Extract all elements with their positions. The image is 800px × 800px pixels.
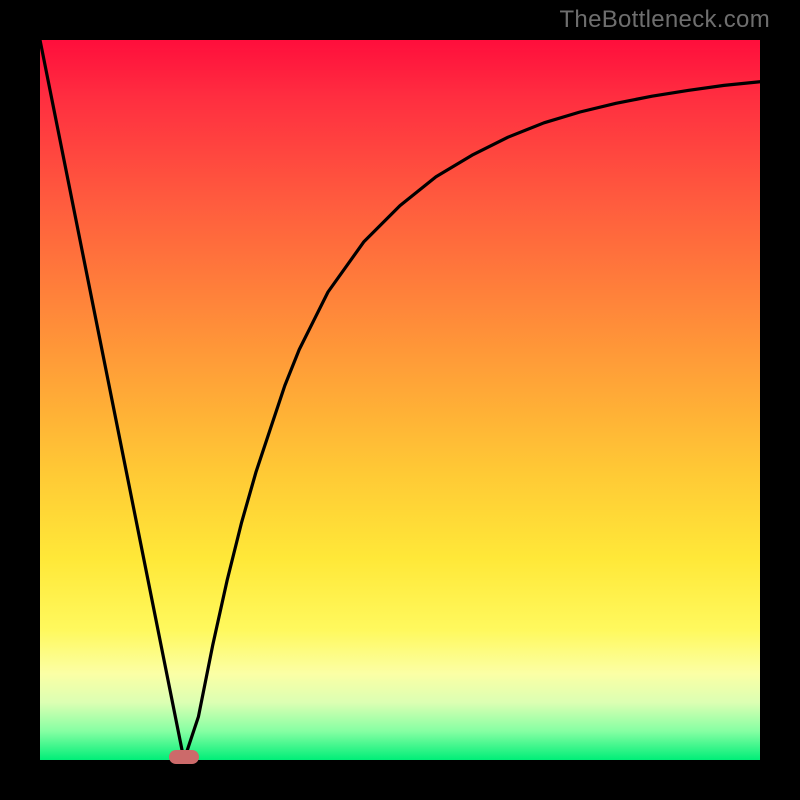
minimum-marker [169, 750, 199, 764]
attribution-label: TheBottleneck.com [559, 6, 770, 34]
bottleneck-curve [40, 40, 760, 760]
chart-frame: TheBottleneck.com [0, 0, 800, 800]
curve-svg [40, 40, 760, 760]
plot-area [40, 40, 760, 760]
